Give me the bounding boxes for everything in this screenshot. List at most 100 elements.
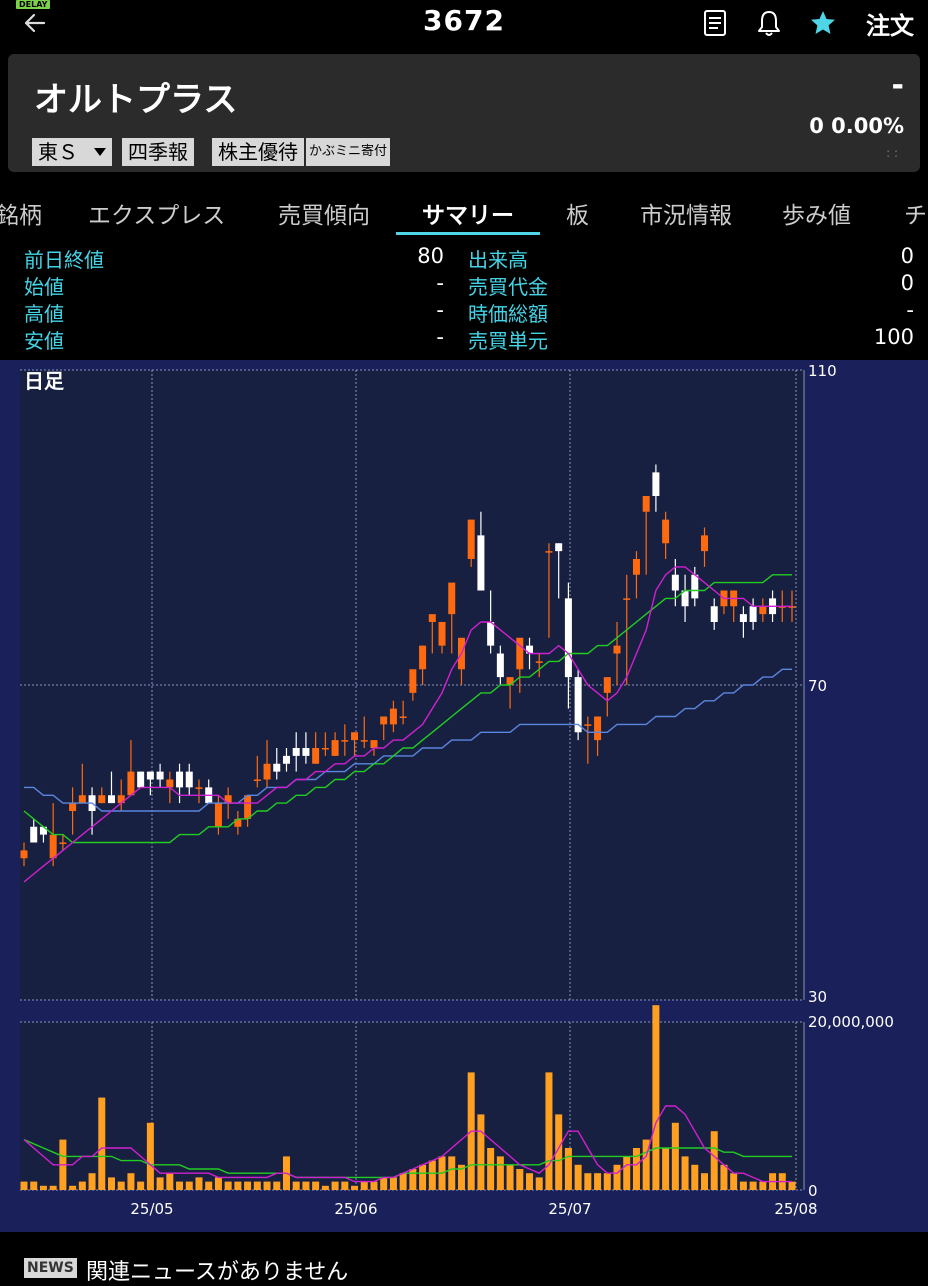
stock-card: オルトプラス - 0 0.00% : : 東Ｓ 四季報 株主優待 かぶミニ寄付 [8,54,920,172]
volume-bar [535,1177,543,1190]
volume-bar [156,1177,164,1190]
volume-bar [137,1181,145,1190]
trading-unit-label: 売買単元 [468,329,548,353]
volume-bar [234,1181,242,1190]
market-label: 東Ｓ [38,140,78,164]
candle-body [662,519,670,544]
news-bar[interactable]: NEWS 関連ニュースがありません [0,1232,928,1285]
shareholder-benefit-button[interactable]: 株主優待 [212,138,304,166]
candle-body [312,748,320,764]
active-tab-indicator [396,232,540,235]
candle-body [389,708,397,725]
chart-area[interactable]: 25/05 25/06 25/07 25/08 110 70 30 20,000,000 0 日足 [0,360,928,1232]
current-price: - [891,68,904,103]
candle-body [214,803,222,827]
price-chart[interactable]: 25/05 25/06 25/07 25/08 110 70 30 20,000,000 0 日足 [0,360,928,1232]
candle-body [195,787,203,789]
candle-body [594,716,602,741]
candle-body [467,519,475,559]
volume-bar [312,1181,320,1190]
summary-stats: 前日終値 80 始値 - 高値 - 安値 - 出来高 0 売買代金 0 時価総額… [0,240,928,358]
volume-bar [409,1169,417,1190]
volume-bar [584,1173,592,1190]
x-tick-label: 25/08 [774,1200,817,1218]
volume-bar [701,1173,709,1190]
volume-bar [739,1181,747,1190]
candle-body [166,779,174,788]
order-button[interactable]: 注文 [866,6,914,41]
shikiho-button[interactable]: 四季報 [122,138,194,166]
candle-body [49,834,57,859]
volume-bar [389,1177,397,1190]
candle-body [739,614,747,622]
tab-tick-history[interactable]: 歩み値 [782,196,851,230]
volume-bar [526,1173,534,1190]
y-tick-label: 30 [808,988,827,1006]
volume-bar [214,1177,222,1190]
prev-close-value: 80 [417,244,444,268]
tab-market-info[interactable]: 市況情報 [640,196,732,230]
candle-body [263,763,271,780]
candle-body [584,724,592,726]
memo-icon[interactable] [700,8,730,38]
tab-board[interactable]: 板 [566,196,589,230]
volume-bar [730,1173,738,1190]
tab-trading-trend[interactable]: 売買傾向 [278,196,370,230]
volume-bar [671,1122,679,1190]
candle-body [98,795,106,804]
candle-body [701,535,709,552]
volume-bar [594,1173,602,1190]
candle-body [535,661,543,663]
candle-body [244,795,252,819]
volume-bar [331,1181,339,1190]
volume-bar [78,1181,86,1190]
candle-body [545,551,553,553]
volume-bar [428,1160,436,1190]
candle-body [652,472,660,496]
candle-body [487,622,495,646]
low-label: 安値 [24,329,64,353]
tab-stock[interactable]: 銘柄 [0,196,42,230]
candle-body [749,606,757,622]
candle-body [292,748,300,756]
volume-bar [720,1164,728,1190]
candle-body [613,645,621,654]
volume-bar [749,1181,757,1190]
volume-bar [98,1097,106,1190]
volume-bar [127,1173,135,1190]
update-time: : : [886,146,898,160]
bell-icon[interactable] [754,8,784,38]
candle-body [176,771,184,788]
volume-bar [69,1185,77,1190]
tab-summary[interactable]: サマリー [422,196,514,230]
market-dropdown[interactable]: 東Ｓ [32,138,112,166]
market-cap-value: - [906,298,914,322]
candle-body [302,748,310,756]
volume-tick-label: 0 [808,1182,818,1200]
news-text: 関連ニュースがありません [86,1260,349,1285]
candle-body [156,771,164,780]
volume-bar [20,1181,28,1190]
volume-bar [185,1181,193,1190]
volume-bar [205,1181,213,1190]
star-icon[interactable] [808,8,838,38]
candle-body [282,755,290,764]
tab-express[interactable]: エクスプレス [88,196,225,230]
volume-bar [117,1181,125,1190]
volume-bar [496,1156,504,1190]
volume-bar [506,1164,514,1190]
candle-body [671,574,679,591]
volume-bar [253,1181,261,1190]
tab-chart[interactable]: チ [904,196,927,230]
volume-bar [370,1181,378,1190]
candle-body [273,763,281,772]
candle-body [30,826,38,843]
volume-bar [759,1181,767,1190]
volume-bar [487,1148,495,1190]
volume-bar [545,1072,553,1190]
kabumini-button[interactable]: かぶミニ寄付 [306,138,391,166]
candle-body [516,637,524,670]
candle-body [642,496,650,512]
candle-body [632,559,640,575]
volume-bar [380,1177,388,1190]
